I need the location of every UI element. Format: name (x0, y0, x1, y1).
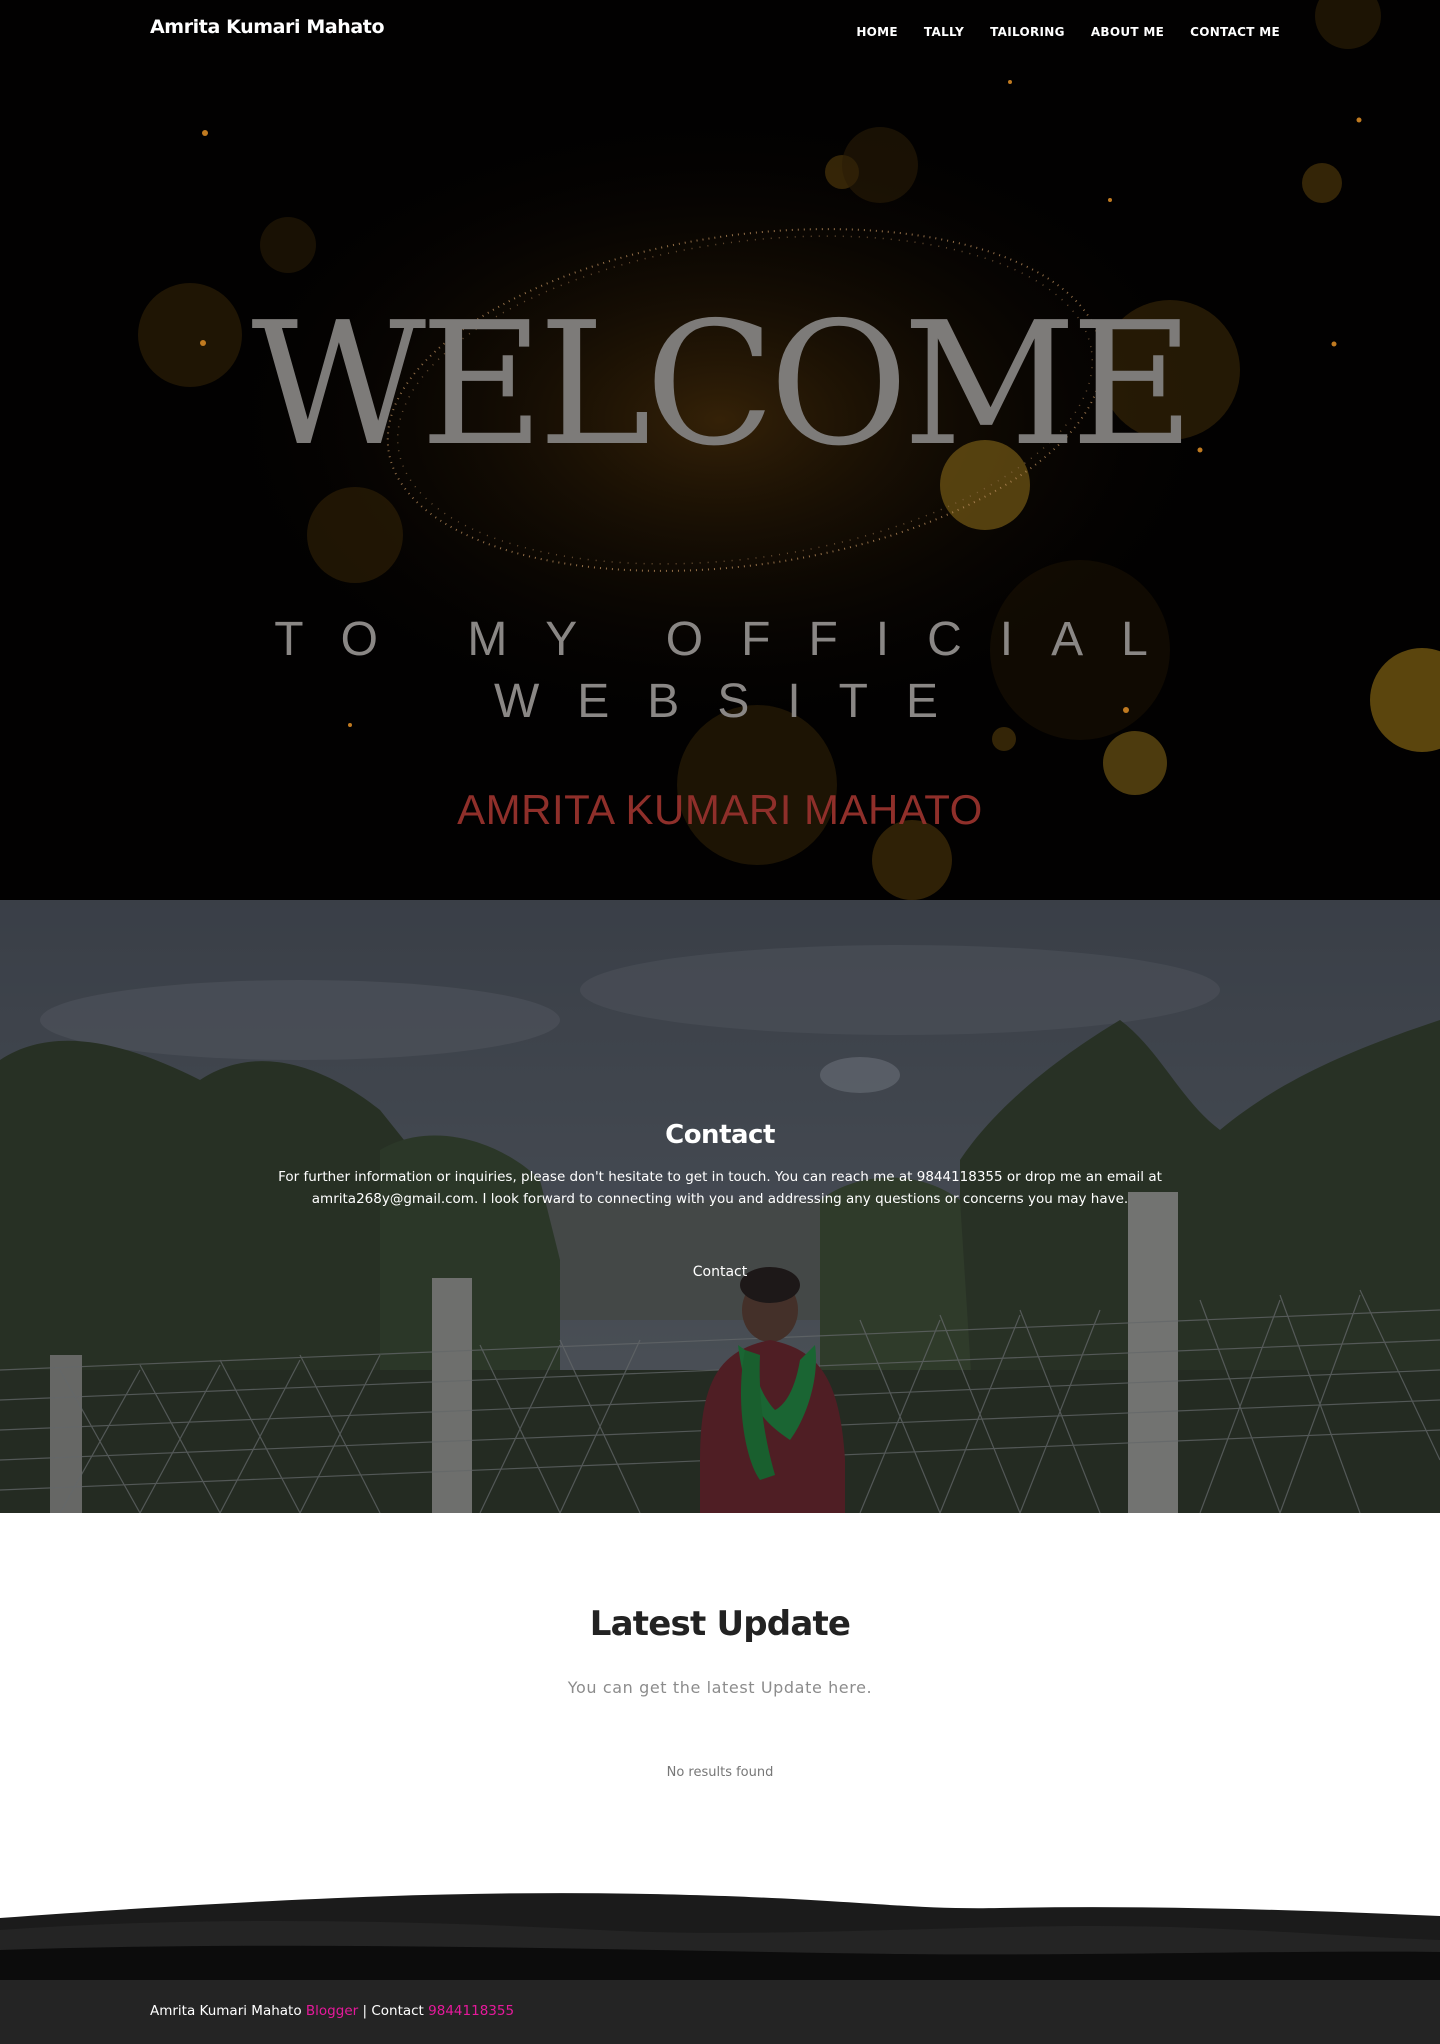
main-nav: HOME TALLY TAILORING ABOUT ME CONTACT ME (856, 25, 1280, 39)
nav-item-about-me[interactable]: ABOUT ME (1091, 25, 1164, 39)
site-footer: Amrita Kumari Mahato Blogger | Contact 9… (0, 1980, 1440, 2044)
hero-owner-name: AMRITA KUMARI MAHATO (457, 786, 983, 833)
hero-welcome-heading: WELCOME (251, 286, 1194, 484)
latest-update-title: Latest Update (589, 1604, 851, 1644)
footer-role-link[interactable]: Blogger (306, 2003, 358, 2019)
hero-subtitle-line2: WEBSITE (493, 675, 977, 728)
contact-link[interactable]: Contact (0, 1264, 1440, 1280)
no-results-message: No results found (666, 1765, 774, 1780)
footer-credits: Amrita Kumari Mahato Blogger | Contact 9… (150, 2003, 514, 2019)
nav-item-home[interactable]: HOME (856, 25, 898, 39)
hero-subtitle-line1: TO MY OFFICIAL (274, 613, 1186, 666)
nav-item-tailoring[interactable]: TAILORING (990, 25, 1065, 39)
footer-owner-name: Amrita Kumari Mahato (150, 2003, 302, 2019)
footer-wave-divider (0, 1893, 1440, 1980)
footer-contact-label: | Contact (362, 2003, 424, 2019)
site-header: Amrita Kumari Mahato HOME TALLY TAILORIN… (0, 0, 1440, 64)
nav-item-tally[interactable]: TALLY (924, 25, 964, 39)
site-brand[interactable]: Amrita Kumari Mahato (150, 16, 385, 38)
contact-title: Contact (665, 1120, 775, 1150)
latest-update-subtitle: You can get the latest Update here. (567, 1678, 873, 1697)
contact-description: For further information or inquiries, pl… (278, 1169, 1162, 1207)
nav-item-contact-me[interactable]: CONTACT ME (1190, 25, 1280, 39)
footer-phone-link[interactable]: 9844118355 (428, 2003, 514, 2019)
contact-section: Contact For further information or inqui… (0, 900, 1440, 1513)
hero-banner: WELCOME TO MY OFFICIAL WEBSITE AMRITA KU… (0, 0, 1440, 900)
